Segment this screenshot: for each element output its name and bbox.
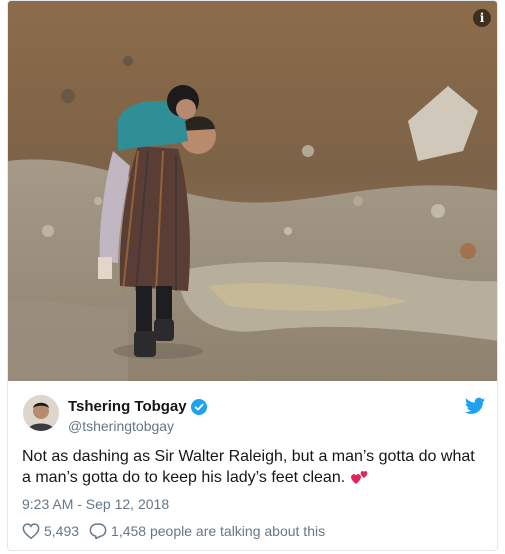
tweet-timestamp[interactable]: 9:23 AM - Sep 12, 2018	[22, 496, 169, 512]
avatar[interactable]	[23, 395, 59, 431]
verified-badge-icon	[190, 398, 207, 415]
heart-icon	[22, 523, 40, 539]
tweet-body: Not as dashing as Sir Walter Raleigh, bu…	[22, 448, 475, 486]
author-handle[interactable]: @tsheringtobgay	[68, 418, 174, 434]
name-row: Tshering Tobgay	[68, 398, 207, 415]
avatar-image	[23, 395, 59, 431]
like-count: 5,493	[44, 523, 80, 539]
like-button[interactable]: 5,493	[22, 523, 79, 539]
engagement-bar: 5,493 1,458 people are talking about thi…	[22, 523, 335, 539]
photo-illustration	[8, 1, 497, 381]
tweet-text: Not as dashing as Sir Walter Raleigh, bu…	[22, 446, 487, 488]
talking-count-text: 1,458 people are talking about this	[111, 523, 326, 539]
two-hearts-emoji	[350, 467, 370, 485]
info-icon[interactable]: i	[473, 9, 491, 27]
reply-bubble-icon	[89, 523, 107, 539]
author-display-name[interactable]: Tshering Tobgay	[68, 398, 187, 415]
twitter-bird-icon[interactable]	[465, 397, 485, 415]
tweet-photo[interactable]: i	[8, 1, 497, 381]
tweet-header: Tshering Tobgay @tsheringtobgay	[8, 381, 497, 441]
embedded-tweet-card[interactable]: i Tshering Tobgay @tsheringtobgay Not as…	[7, 0, 498, 551]
conversation-link[interactable]: 1,458 people are talking about this	[89, 523, 325, 539]
